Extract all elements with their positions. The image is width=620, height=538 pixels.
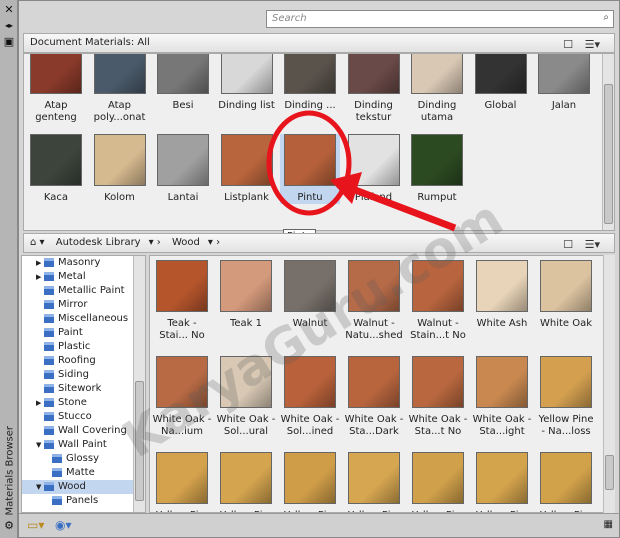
annotation-overlay [266, 110, 457, 232]
highlight-circle [266, 110, 352, 216]
annotation-arrow [348, 184, 457, 232]
